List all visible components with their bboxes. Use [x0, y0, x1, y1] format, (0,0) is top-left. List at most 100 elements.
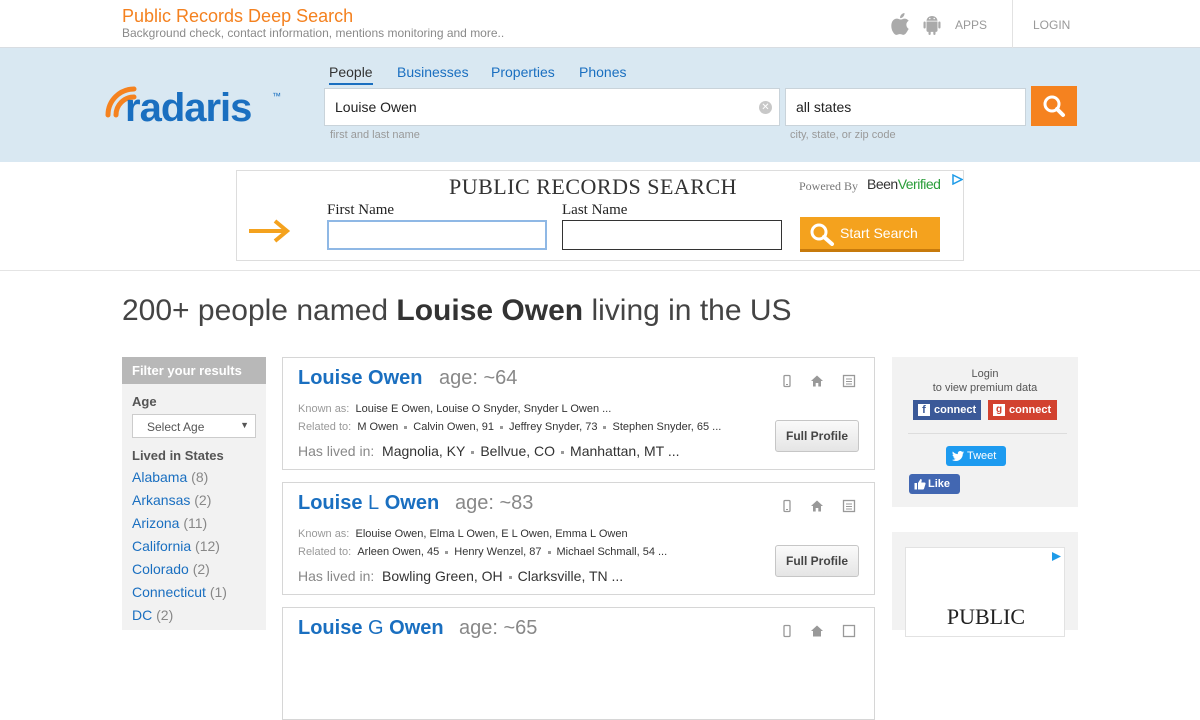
caret-down-icon: ▼	[240, 420, 249, 430]
tweet-button[interactable]: Tweet	[946, 446, 1006, 466]
has-lived-in: Has lived in: Bowling Green, OH Clarksvil…	[298, 568, 624, 584]
home-icon	[811, 625, 823, 637]
adchoices-icon[interactable]	[1051, 551, 1062, 562]
tab-people[interactable]: People	[329, 64, 373, 85]
phone-icon	[783, 624, 791, 638]
state-filter-connecticut[interactable]: Connecticut (1)	[132, 584, 227, 600]
facebook-connect-button[interactable]: f connect	[913, 400, 981, 420]
state-filter-colorado[interactable]: Colorado (2)	[132, 561, 210, 577]
results-headline: 200+ people named Louise Owen living in …	[122, 294, 792, 327]
android-icon[interactable]	[922, 14, 942, 36]
apple-icon[interactable]	[891, 13, 911, 35]
result-card: Louise L Owen age: ~83 Known as: Elouise…	[282, 482, 875, 595]
login-link[interactable]: LOGIN	[1033, 18, 1070, 32]
sidebar-ad-box[interactable]: PUBLIC	[905, 547, 1065, 637]
tab-properties[interactable]: Properties	[491, 64, 555, 80]
location-hint: city, state, or zip code	[790, 129, 896, 141]
tab-businesses[interactable]: Businesses	[397, 64, 469, 80]
name-search-input[interactable]	[335, 89, 755, 125]
divider	[908, 433, 1067, 434]
age-select[interactable]: Select Age ▼	[132, 414, 256, 438]
full-profile-button[interactable]: Full Profile	[775, 545, 859, 577]
location-search-input[interactable]	[796, 89, 1016, 125]
state-filter-alabama[interactable]: Alabama (8)	[132, 469, 208, 485]
state-filter-arkansas[interactable]: Arkansas (2)	[132, 492, 211, 508]
brand-part-b: Verified	[897, 176, 941, 192]
apps-link[interactable]: APPS	[955, 18, 987, 32]
filter-panel: Filter your results Age Select Age ▼ Live…	[122, 357, 266, 630]
related-to: Related to: M Owen Calvin Owen, 91 Jeffrey…	[298, 421, 722, 433]
state-filter-arizona[interactable]: Arizona (11)	[132, 515, 207, 531]
radaris-logo[interactable]: radaris ™	[105, 75, 285, 127]
start-search-button[interactable]: Start Search	[800, 217, 940, 252]
premium-login-panel: Login to view premium data f connect g conn…	[892, 357, 1078, 507]
adchoices-icon[interactable]	[952, 174, 963, 185]
sidebar-ad: PUBLIC	[892, 532, 1078, 637]
beenverified-logo[interactable]: BeenVerified	[867, 176, 941, 192]
facebook-like-button[interactable]: Like	[909, 474, 960, 494]
search-button[interactable]	[1031, 86, 1077, 126]
person-name-link[interactable]: Louise Owen	[298, 367, 422, 390]
records-icon	[842, 374, 856, 388]
magnifier-icon	[810, 223, 834, 246]
phone-icon	[783, 499, 791, 513]
filter-title: Filter your results	[122, 357, 266, 384]
person-age: age: ~83	[455, 492, 534, 514]
last-name-field[interactable]	[562, 220, 782, 250]
home-icon	[811, 500, 823, 512]
result-card: Louise Owen age: ~64 Known as: Louise E …	[282, 357, 875, 470]
related-to: Related to: Arleen Owen, 45 Henry Wenzel,…	[298, 546, 668, 558]
name-hint: first and last name	[330, 129, 420, 141]
name-search-box: ✕	[324, 88, 780, 126]
location-search-box	[785, 88, 1026, 126]
site-subtitle: Background check, contact information, m…	[122, 26, 505, 40]
headline-name: Louise Owen	[396, 294, 584, 327]
sidebar-ad-title: PUBLIC	[946, 604, 1026, 629]
first-name-field[interactable]	[327, 220, 547, 250]
google-icon: g	[993, 404, 1005, 416]
relative-link[interactable]: Henry Wenzel, 87	[454, 546, 541, 558]
location-link[interactable]: Manhattan, MT ...	[570, 443, 679, 459]
tweet-label: Tweet	[967, 450, 997, 462]
has-lived-in: Has lived in: Magnolia, KY Bellvue, CO Man…	[298, 443, 680, 459]
ad-powered-by: Powered By	[799, 179, 858, 193]
location-link[interactable]: Bowling Green, OH	[382, 568, 503, 584]
divider	[0, 270, 1200, 271]
states-label: Lived in States	[132, 448, 224, 463]
arrow-right-icon	[249, 219, 291, 243]
google-connect-button[interactable]: g connect	[988, 400, 1057, 420]
like-label: Like	[928, 478, 951, 490]
premium-text: to view premium data	[932, 382, 1038, 394]
logo-text: radaris	[125, 86, 251, 127]
relative-link[interactable]: Michael Schmall, 54 ...	[557, 546, 668, 558]
clear-icon[interactable]: ✕	[759, 101, 772, 114]
location-link[interactable]: Clarksville, TN ...	[518, 568, 624, 584]
ad-banner: PUBLIC RECORDS SEARCH Powered By BeenVer…	[236, 170, 964, 261]
location-link[interactable]: Magnolia, KY	[382, 443, 465, 459]
person-name-link[interactable]: Louise L Owen	[298, 492, 439, 515]
site-title[interactable]: Public Records Deep Search	[122, 6, 353, 27]
relative-link[interactable]: M Owen	[357, 421, 398, 433]
start-search-label: Start Search	[840, 225, 918, 241]
age-select-value: Select Age	[147, 420, 205, 434]
person-age: age: ~65	[459, 617, 538, 639]
person-name-link[interactable]: Louise G Owen	[298, 617, 444, 640]
state-filter-dc[interactable]: DC (2)	[132, 607, 173, 623]
top-divider	[1012, 0, 1013, 48]
tab-phones[interactable]: Phones	[579, 64, 626, 80]
full-profile-button[interactable]: Full Profile	[775, 420, 859, 452]
login-text[interactable]: Login	[892, 367, 1078, 381]
state-filter-california[interactable]: California (12)	[132, 538, 220, 554]
known-as: Known as: Louise E Owen, Louise O Snyder…	[298, 403, 612, 415]
relative-link[interactable]: Arleen Owen, 45	[357, 546, 439, 558]
thumbs-up-icon	[914, 479, 926, 490]
twitter-icon	[952, 451, 964, 461]
relative-link[interactable]: Jeffrey Snyder, 73	[509, 421, 597, 433]
relative-link[interactable]: Calvin Owen, 91	[413, 421, 494, 433]
relative-link[interactable]: Stephen Snyder, 65 ...	[612, 421, 721, 433]
location-link[interactable]: Bellvue, CO	[480, 443, 555, 459]
brand-part-a: Been	[867, 176, 898, 192]
records-icon	[842, 499, 856, 513]
search-icon	[1043, 95, 1065, 117]
phone-icon	[783, 374, 791, 388]
